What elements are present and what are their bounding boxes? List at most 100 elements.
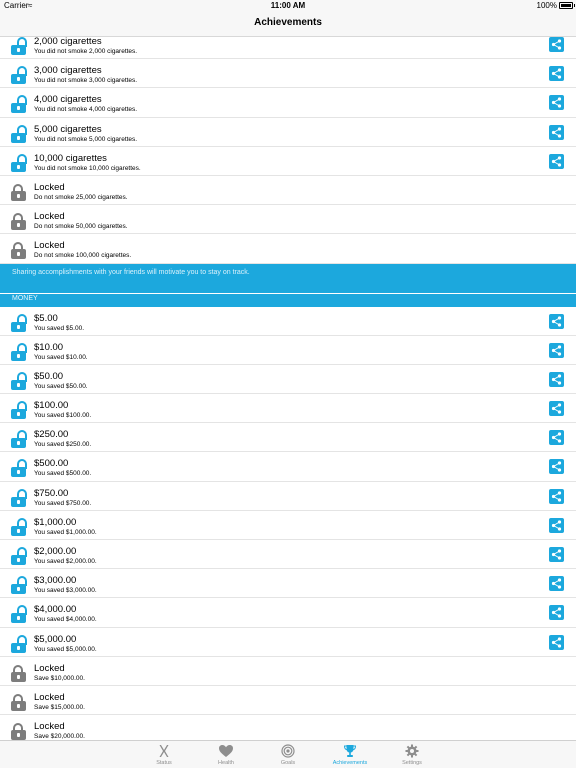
achievement-title: 4,000 cigarettes xyxy=(34,94,102,106)
achievement-subtitle: Do not smoke 100,000 cigarettes. xyxy=(34,252,132,260)
achievement-title: $5.00 xyxy=(34,312,58,324)
achievement-subtitle: You did not smoke 5,000 cigarettes. xyxy=(34,135,138,143)
locked-padlock-icon xyxy=(11,693,26,711)
achievement-title: $5,000.00 xyxy=(34,633,77,645)
unlocked-padlock-icon xyxy=(11,605,27,624)
share-icon xyxy=(551,578,562,589)
share-icon xyxy=(551,636,562,648)
share-icon xyxy=(551,403,562,414)
unlocked-padlock-icon xyxy=(11,547,27,565)
achievement-subtitle: You saved $100.00. xyxy=(34,412,92,420)
achievement-row: 4,000 cigarettes You did not smoke 4,000 … xyxy=(0,88,576,118)
share-button[interactable] xyxy=(549,95,564,111)
achievement-row: Locked Save $20,000.00. xyxy=(0,715,576,740)
locked-padlock-icon xyxy=(11,213,26,231)
tab-status[interactable]: Status xyxy=(134,741,194,768)
trophy-icon xyxy=(342,744,358,758)
unlocked-padlock-icon xyxy=(11,37,27,55)
share-icon xyxy=(551,607,562,618)
share-icon xyxy=(551,520,562,531)
share-icon xyxy=(551,432,562,443)
achievement-row: 10,000 cigarettes You did not smoke 10,00… xyxy=(0,146,576,176)
achievement-title: $1,000.00 xyxy=(34,516,77,528)
unlocked-padlock-icon xyxy=(11,576,27,595)
locked-padlock-icon xyxy=(11,183,26,201)
share-button[interactable] xyxy=(549,401,564,417)
achievement-title: $10.00 xyxy=(34,341,64,353)
achievement-title: $750.00 xyxy=(34,487,69,499)
locked-padlock-icon xyxy=(11,723,26,740)
share-button[interactable] xyxy=(549,66,564,82)
share-button[interactable] xyxy=(549,576,564,592)
page-title: Achievements xyxy=(254,17,322,28)
achievement-subtitle: You saved $50.00. xyxy=(34,382,88,390)
share-button[interactable] xyxy=(549,634,564,650)
share-icon xyxy=(551,39,562,50)
achievement-subtitle: You saved $4,000.00. xyxy=(34,616,97,624)
achievement-subtitle: You did not smoke 4,000 cigarettes. xyxy=(34,106,138,114)
unlocked-padlock-icon xyxy=(11,459,27,478)
achievement-title: $3,000.00 xyxy=(34,575,77,587)
share-button[interactable] xyxy=(549,430,564,446)
tab-goals[interactable]: Goals xyxy=(258,741,318,768)
heart-icon xyxy=(218,744,234,758)
achievement-subtitle: You did not smoke 3,000 cigarettes. xyxy=(34,77,138,85)
share-button[interactable] xyxy=(549,459,564,475)
battery-percentage: 100% xyxy=(536,1,557,10)
share-button[interactable] xyxy=(549,124,564,140)
gear-icon xyxy=(404,744,420,758)
share-icon xyxy=(551,491,562,502)
share-button[interactable] xyxy=(549,517,564,533)
unlocked-padlock-icon xyxy=(11,371,27,390)
achievement-row: 2,000 cigarettes You did not smoke 2,000 … xyxy=(0,37,576,60)
achievement-row: $2,000.00 You saved $2,000.00. xyxy=(0,540,576,570)
achievements-list[interactable]: 2,000 cigarettes You did not smoke 2,000 … xyxy=(0,37,576,740)
achievement-title: Locked xyxy=(34,181,65,193)
achievement-subtitle: You saved $1,000.00. xyxy=(34,528,97,536)
achievement-row: $500.00 You saved $500.00. xyxy=(0,452,576,482)
share-button[interactable] xyxy=(549,547,564,562)
share-icon xyxy=(551,549,562,560)
unlocked-padlock-icon xyxy=(11,634,27,653)
achievement-row: $1,000.00 You saved $1,000.00. xyxy=(0,510,576,540)
achievement-subtitle: You saved $2,000.00. xyxy=(34,558,97,565)
achievement-row: $5.00 You saved $5.00. xyxy=(0,306,576,336)
share-button[interactable] xyxy=(549,313,564,329)
achievement-subtitle: You saved $500.00. xyxy=(34,470,92,478)
list-scroll-content: 2,000 cigarettes You did not smoke 2,000 … xyxy=(0,37,576,740)
tab-label: Settings xyxy=(402,760,422,766)
achievement-subtitle: You saved $5.00. xyxy=(34,324,84,332)
target-icon xyxy=(280,744,296,758)
achievement-title: $2,000.00 xyxy=(34,546,77,557)
share-button[interactable] xyxy=(549,488,564,504)
share-button[interactable] xyxy=(549,342,564,358)
unlocked-padlock-icon xyxy=(11,517,27,536)
unlocked-padlock-icon xyxy=(11,430,27,449)
unlocked-padlock-icon xyxy=(11,313,27,332)
tab-label: Achievements xyxy=(332,760,368,766)
share-button[interactable] xyxy=(549,371,564,387)
unlocked-padlock-icon xyxy=(11,153,27,172)
achievement-subtitle: Save $10,000.00. xyxy=(34,674,85,682)
tab-achievements[interactable]: Achievements xyxy=(320,741,380,768)
achievement-row: Locked Do not smoke 25,000 cigarettes. xyxy=(0,175,576,206)
achievement-row: $100.00 You saved $100.00. xyxy=(0,394,576,424)
achievement-subtitle: You did not smoke 10,000 cigarettes. xyxy=(34,164,141,172)
unlocked-padlock-icon xyxy=(11,401,27,420)
tab-label: Status xyxy=(156,760,172,766)
money-section-header: MONEY xyxy=(0,293,576,307)
achievement-subtitle: You saved $3,000.00. xyxy=(34,587,97,595)
tab-health[interactable]: Health xyxy=(196,741,256,768)
share-button[interactable] xyxy=(549,605,564,621)
navigation-bar: Achievements xyxy=(0,12,576,37)
achievement-subtitle: You saved $5,000.00. xyxy=(34,645,97,653)
share-button[interactable] xyxy=(549,37,564,52)
info-banner: Sharing accomplishments with your friend… xyxy=(0,263,576,294)
share-button[interactable] xyxy=(549,153,564,169)
tab-settings[interactable]: Settings xyxy=(382,741,442,768)
achievement-subtitle: Save $15,000.00. xyxy=(34,703,85,711)
achievement-row: $250.00 You saved $250.00. xyxy=(0,423,576,453)
achievement-row: 5,000 cigarettes You did not smoke 5,000 … xyxy=(0,117,576,147)
achievement-title: Locked xyxy=(34,662,65,674)
unlocked-padlock-icon xyxy=(11,488,27,507)
